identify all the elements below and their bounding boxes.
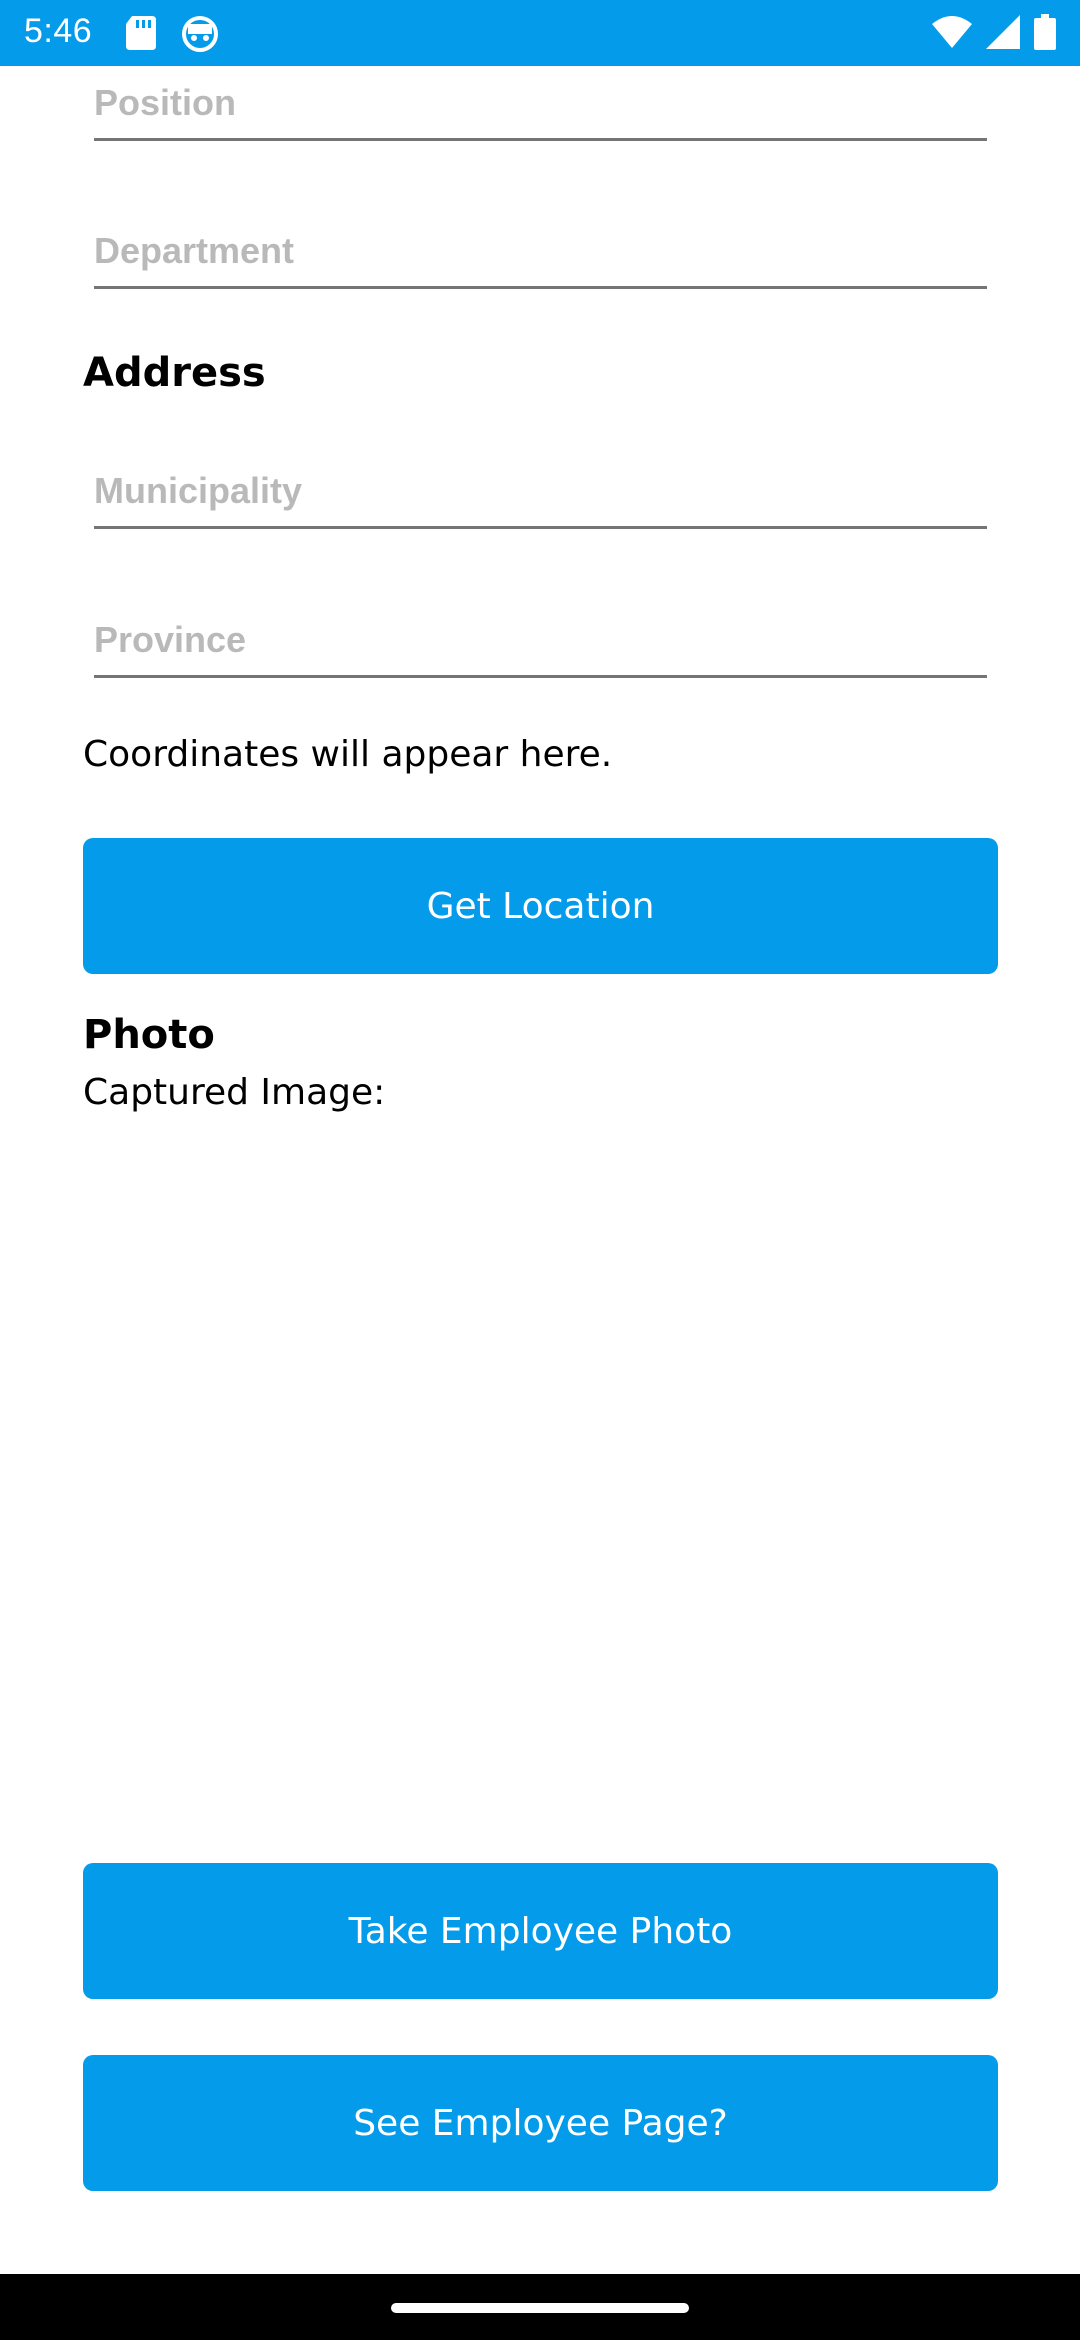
department-field <box>94 230 987 289</box>
wifi-icon <box>932 16 972 53</box>
address-heading: Address <box>83 350 266 396</box>
take-photo-button[interactable]: Take Employee Photo <box>83 1863 998 1999</box>
sd-card-icon <box>126 16 156 57</box>
signal-icon <box>986 15 1020 54</box>
status-time: 5:46 <box>24 12 93 50</box>
status-bar: 5:46 <box>0 0 1080 66</box>
department-input[interactable] <box>94 230 987 286</box>
position-field <box>94 82 987 141</box>
home-indicator[interactable] <box>391 2303 689 2313</box>
coordinates-text: Coordinates will appear here. <box>83 734 613 775</box>
captured-image <box>83 1130 998 1830</box>
province-input[interactable] <box>94 619 987 675</box>
municipality-input[interactable] <box>94 470 987 526</box>
get-location-button[interactable]: Get Location <box>83 838 998 974</box>
photo-heading: Photo <box>83 1012 215 1058</box>
position-input[interactable] <box>94 82 987 138</box>
province-field <box>94 619 987 678</box>
captured-image-label: Captured Image: <box>83 1072 386 1113</box>
municipality-field <box>94 470 987 529</box>
see-employee-page-button[interactable]: See Employee Page? <box>83 2055 998 2191</box>
android-face-icon <box>182 16 218 57</box>
battery-icon <box>1034 14 1056 55</box>
